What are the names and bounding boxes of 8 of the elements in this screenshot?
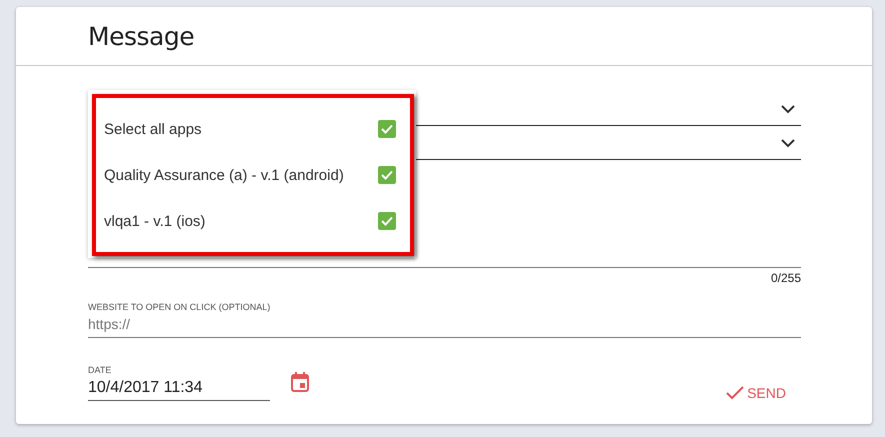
menu-option[interactable]: Quality Assurance (a) - v.1 (android) xyxy=(104,152,396,198)
menu-option[interactable]: Select all apps xyxy=(104,106,396,152)
send-button[interactable]: SEND xyxy=(722,381,790,405)
dialog-title: Message xyxy=(88,22,194,50)
character-counter: 0/255 xyxy=(770,271,801,285)
menu-option[interactable]: vlqa1 - v.1 (ios) xyxy=(104,198,396,244)
field-label: WEBSITE TO OPEN ON CLICK (OPTIONAL) xyxy=(88,302,270,312)
field-label: DATE xyxy=(88,365,112,375)
